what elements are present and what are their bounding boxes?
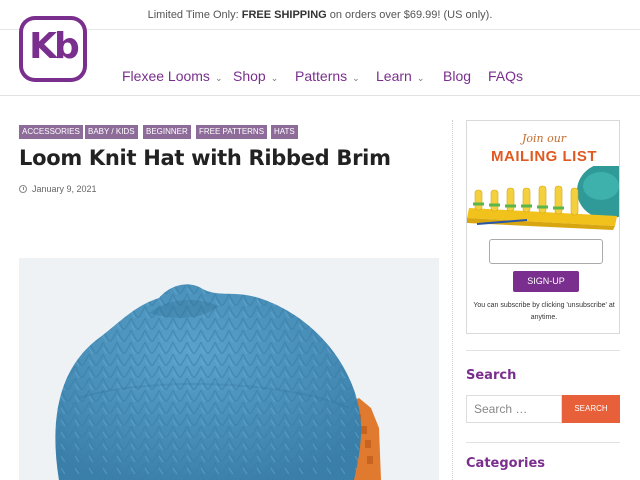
category-tag-hats[interactable]: HATS <box>271 125 298 139</box>
nav-item-faqs[interactable]: FAQs <box>488 68 523 84</box>
nav-item-learn[interactable]: Learn ⌄ <box>376 68 424 84</box>
chevron-down-icon: ⌄ <box>352 73 360 83</box>
header-divider <box>0 95 640 96</box>
mailing-join-text: Join our <box>521 132 567 145</box>
nav-item-patterns[interactable]: Patterns ⌄ <box>295 68 360 84</box>
nav-item-flexee-looms[interactable]: Flexee Looms ⌄ <box>122 68 222 84</box>
nav-label: Flexee Looms <box>122 68 210 84</box>
nav-label: FAQs <box>488 68 524 84</box>
loom-image <box>467 166 619 231</box>
post-title: Loom Knit Hat with Ribbed Brim <box>19 146 391 170</box>
chevron-down-icon: ⌄ <box>416 73 425 83</box>
nav-label: Patterns <box>295 68 348 84</box>
category-tag-accessories[interactable]: ACCESSORIES <box>19 125 83 139</box>
featured-image <box>19 258 439 480</box>
nav-item-shop[interactable]: Shop ⌄ <box>233 68 278 84</box>
chevron-down-icon: ⌄ <box>214 73 223 83</box>
nav-label: Learn <box>376 68 412 84</box>
clock-icon <box>19 185 27 193</box>
search-input[interactable]: Search … <box>466 395 562 423</box>
logo-text: Kb <box>29 26 80 67</box>
category-tag-baby-kids[interactable]: BABY / KIDS <box>85 125 138 139</box>
post-date-text[interactable]: January 9, 2021 <box>32 184 97 194</box>
subscribe-note-line1: You can subscribe by clicking 'unsubscri… <box>473 302 615 309</box>
category-tag-beginner[interactable]: BEGINNER <box>143 125 191 139</box>
mailing-list-widget: Join our MAILING LIST SIGN-UP You can su… <box>466 120 620 334</box>
search-widget-title: Search <box>466 368 517 383</box>
announcement-prefix: Limited Time Only: <box>147 9 242 21</box>
nav-item-blog[interactable]: Blog <box>443 68 471 84</box>
email-field[interactable] <box>489 239 603 264</box>
categories-widget-title: Categories <box>466 456 546 471</box>
logo-inner: Kb <box>23 20 83 78</box>
announcement-bar: Limited Time Only: FREE SHIPPING on orde… <box>0 0 640 30</box>
subscribe-note: You can subscribe by clicking 'unsubscri… <box>467 300 619 324</box>
nav-label: Blog <box>443 68 472 84</box>
announcement-highlight: FREE SHIPPING <box>241 9 327 21</box>
widget-divider <box>466 442 620 443</box>
chevron-down-icon: ⌄ <box>270 73 279 83</box>
knit-hat-illustration <box>19 258 439 480</box>
search-button[interactable]: SEARCH <box>562 395 620 423</box>
sidebar-divider <box>452 120 453 480</box>
post-date: January 9, 2021 <box>19 184 97 194</box>
signup-button[interactable]: SIGN-UP <box>513 271 579 292</box>
subscribe-note-line2: anytime. <box>530 314 558 321</box>
nav-label: Shop <box>233 68 266 84</box>
widget-divider <box>466 350 620 351</box>
category-tag-free-patterns[interactable]: FREE PATTERNS <box>196 125 268 139</box>
mailing-list-title: MAILING LIST <box>491 148 597 165</box>
site-logo[interactable]: Kb <box>19 16 87 82</box>
announcement-suffix: on orders over $69.99! (US only). <box>326 9 493 21</box>
